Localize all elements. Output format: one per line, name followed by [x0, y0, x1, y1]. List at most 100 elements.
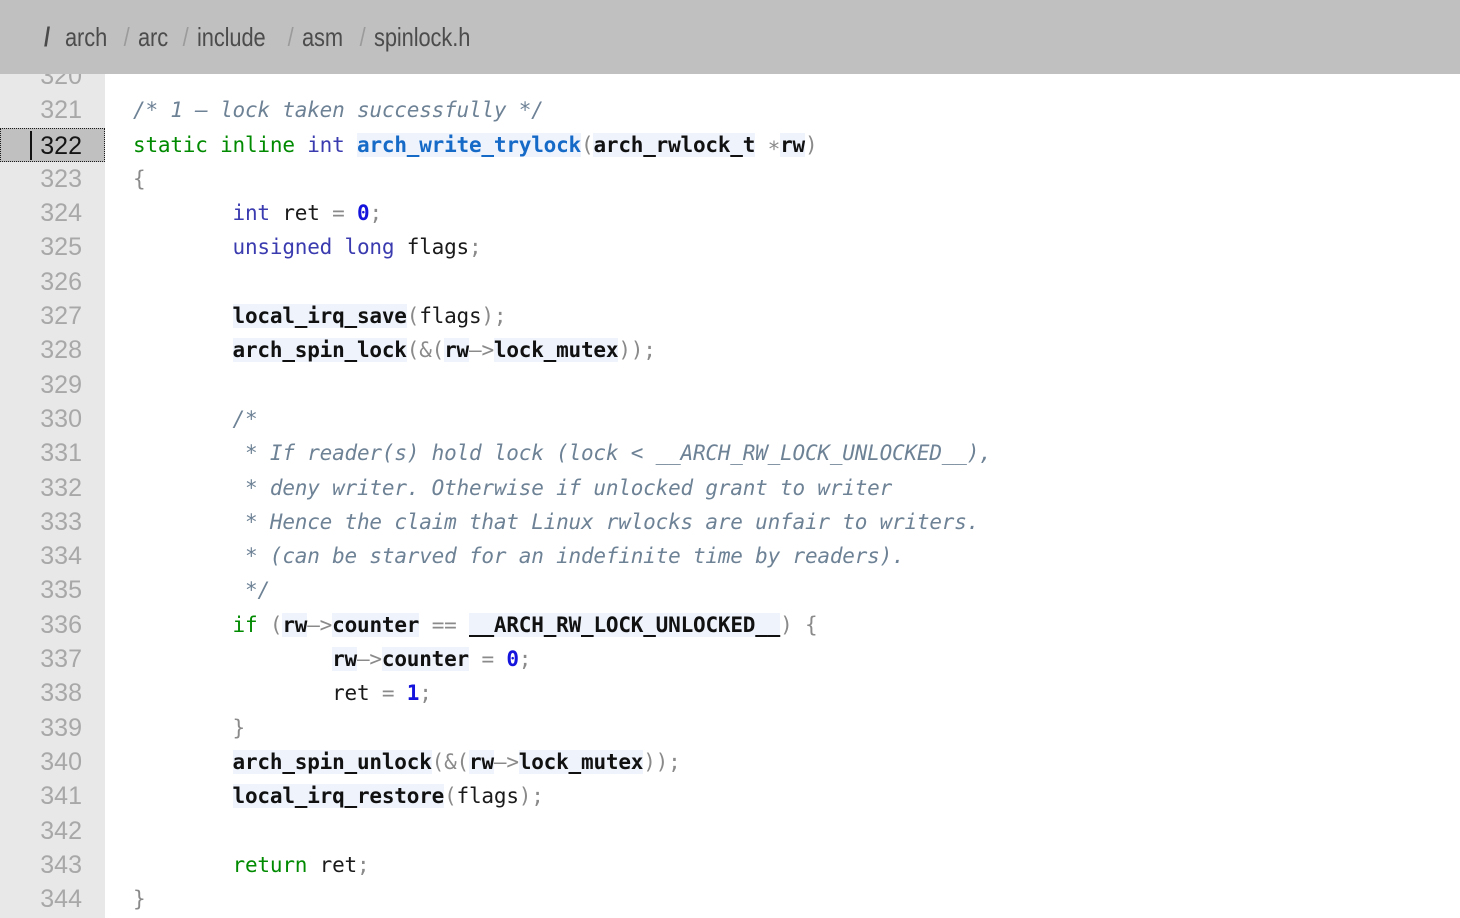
code-line[interactable]: 321 /* 1 – lock taken successfully */	[0, 93, 1460, 127]
code-token: )	[805, 132, 818, 157]
text-caret	[30, 130, 32, 160]
breadcrumb-item-include[interactable]: include	[197, 22, 266, 53]
breadcrumb-item-arch[interactable]: arch	[65, 22, 107, 53]
code-line[interactable]: 331 * If reader(s) hold lock (lock < __A…	[0, 436, 1460, 470]
line-number: 344	[40, 885, 82, 914]
code-token: * If reader(s) hold lock (lock < __ARCH_…	[245, 441, 992, 466]
line-number: 333	[40, 507, 82, 536]
code-line[interactable]: 334 * (can be starved for an indefinite …	[0, 539, 1460, 573]
code-line-content[interactable]: return ret;	[105, 848, 370, 882]
code-line[interactable]: 333 * Hence the claim that Linux rwlocks…	[0, 505, 1460, 539]
code-token: }	[232, 715, 246, 740]
code-token: –>	[356, 647, 382, 672]
code-line-content[interactable]: {	[105, 162, 146, 196]
code-token: */	[245, 578, 270, 603]
code-token: int	[232, 201, 271, 226]
code-line-content[interactable]: /*	[105, 402, 258, 436]
code-token: (	[406, 304, 420, 329]
code-token: –>	[493, 749, 519, 774]
code-token: rw	[469, 749, 494, 774]
code-line[interactable]: 335 */	[0, 573, 1460, 607]
line-number: 340	[40, 747, 82, 776]
code-token: ));	[643, 749, 681, 774]
code-line[interactable]: 338 ret = 1;	[0, 676, 1460, 710]
breadcrumb-item-spinlock-h[interactable]: spinlock.h	[374, 22, 470, 53]
line-number: 332	[40, 473, 82, 502]
code-line-content[interactable]: static inline int arch_write_trylock(arc…	[105, 128, 818, 162]
code-line-content[interactable]: * (can be starved for an indefinite time…	[105, 539, 905, 573]
code-line-content[interactable]: ret = 1;	[105, 676, 432, 710]
code-line-content[interactable]: */	[105, 573, 270, 607]
code-token: /*	[232, 406, 258, 431]
code-line[interactable]: 328 arch_spin_lock(&(rw–>lock_mutex));	[0, 333, 1460, 367]
code-line-content[interactable]	[105, 368, 133, 402]
code-token: arch_rwlock_t	[593, 132, 756, 157]
code-line-content[interactable]: if (rw–>counter == __ARCH_RW_LOCK_UNLOCK…	[105, 608, 818, 642]
code-token: }	[133, 887, 146, 912]
breadcrumb-separator: /	[359, 21, 366, 52]
code-editor[interactable]: 320 321/* 1 – lock taken successfully */3…	[0, 0, 1460, 918]
line-number: 325	[40, 233, 82, 262]
code-token: counter	[381, 647, 469, 672]
code-lines[interactable]: 320 321/* 1 – lock taken successfully */3…	[0, 59, 1460, 916]
code-line[interactable]: 326	[0, 265, 1460, 299]
code-line-content[interactable]: arch_spin_lock(&(rw–>lock_mutex));	[105, 333, 656, 367]
code-token: if	[232, 612, 258, 637]
code-line[interactable]: 330 /*	[0, 402, 1460, 436]
code-line-content[interactable]: int ret = 0;	[105, 196, 383, 230]
code-line-content[interactable]: }	[105, 711, 246, 745]
breadcrumb-bar: / arch / arc / include / asm / spinlock.h	[0, 0, 1460, 74]
code-line-content[interactable]: * deny writer. Otherwise if unlocked gra…	[105, 471, 892, 505]
line-number: 343	[40, 850, 82, 879]
code-line-content[interactable]: }	[105, 882, 146, 916]
code-line[interactable]: 332 * deny writer. Otherwise if unlocked…	[0, 471, 1460, 505]
line-number: 321	[40, 96, 82, 125]
code-line-content[interactable]: rw–>counter = 0;	[105, 642, 531, 676]
code-token: =	[381, 681, 395, 706]
code-line[interactable]: 340 arch_spin_unlock(&(rw–>lock_mutex));	[0, 745, 1460, 779]
breadcrumb[interactable]: arch / arc / include / asm / spinlock.h	[65, 22, 489, 53]
code-line[interactable]: 339 }	[0, 711, 1460, 745]
code-line-content[interactable]: unsigned long flags;	[105, 230, 482, 264]
breadcrumb-item-arc[interactable]: arc	[138, 22, 168, 53]
code-token: __ARCH_RW_LOCK_UNLOCKED__	[469, 612, 781, 637]
code-token: flags	[456, 784, 519, 809]
code-line-content[interactable]: * Hence the claim that Linux rwlocks are…	[105, 505, 979, 539]
code-line-content[interactable]: local_irq_restore(flags);	[105, 779, 544, 813]
code-line[interactable]: 341 local_irq_restore(flags);	[0, 779, 1460, 813]
code-line[interactable]: 342	[0, 814, 1460, 848]
code-line-content[interactable]: /* 1 – lock taken successfully */	[105, 93, 544, 127]
code-line[interactable]: 343 return ret;	[0, 848, 1460, 882]
breadcrumb-separator: /	[287, 21, 294, 52]
code-token: 0	[506, 647, 519, 672]
code-line[interactable]: 323 {	[0, 162, 1460, 196]
code-line[interactable]: 336 if (rw–>counter == __ARCH_RW_LOCK_UN…	[0, 608, 1460, 642]
code-token: flags	[419, 304, 482, 329]
code-line[interactable]: 324 int ret = 0;	[0, 196, 1460, 230]
code-line[interactable]: 329	[0, 368, 1460, 402]
code-line[interactable]: 325 unsigned long flags;	[0, 230, 1460, 264]
code-token: –>	[307, 612, 333, 637]
code-line-content[interactable]	[105, 814, 133, 848]
code-line-content[interactable]	[105, 265, 133, 299]
code-line-content[interactable]: * If reader(s) hold lock (lock < __ARCH_…	[105, 436, 992, 470]
code-line[interactable]: 337 rw–>counter = 0;	[0, 642, 1460, 676]
code-line-content[interactable]: local_irq_save(flags);	[105, 299, 507, 333]
line-number: 339	[40, 713, 82, 742]
code-line-active[interactable]: 322 static inline int arch_write_trylock(…	[0, 127, 1460, 162]
code-line[interactable]: 344}	[0, 882, 1460, 916]
code-line[interactable]: 327 local_irq_save(flags);	[0, 299, 1460, 333]
code-line-content[interactable]: arch_spin_unlock(&(rw–>lock_mutex));	[105, 745, 681, 779]
breadcrumb-item-asm[interactable]: asm	[302, 22, 343, 53]
breadcrumb-root-separator: /	[44, 21, 51, 52]
